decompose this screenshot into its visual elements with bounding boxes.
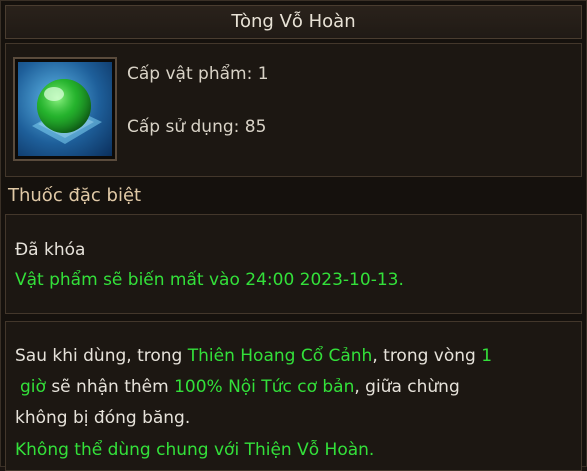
green-orb-icon-graphic bbox=[32, 79, 102, 144]
item-icon-frame bbox=[13, 57, 117, 161]
item-level: Cấp vật phẩm: 1 bbox=[127, 64, 269, 84]
desc-line-1: Sau khi dùng, trong Thiên Hoang Cổ Cảnh,… bbox=[15, 346, 492, 366]
status-panel: Đã khóa Vật phẩm sẽ biến mất vào 24:00 2… bbox=[5, 214, 582, 314]
item-title: Tòng Vỗ Hoàn bbox=[5, 5, 582, 39]
desc-line-3: không bị đóng băng. bbox=[15, 408, 191, 428]
locked-status: Đã khóa bbox=[15, 240, 86, 260]
desc-highlight-duration: 1 bbox=[481, 346, 493, 366]
item-category: Thuốc đặc biệt bbox=[8, 185, 142, 206]
desc-line-2: giờ sẽ nhận thêm 100% Nội Tức cơ bản, gi… bbox=[20, 377, 460, 397]
desc-text: Sau khi dùng, trong bbox=[15, 346, 188, 366]
item-info-panel: Cấp vật phẩm: 1 Cấp sử dụng: 85 bbox=[5, 43, 582, 177]
green-orb-icon bbox=[18, 62, 112, 156]
expire-notice: Vật phẩm sẽ biến mất vào 24:00 2023-10-1… bbox=[15, 270, 404, 290]
desc-text: sẽ nhận thêm bbox=[45, 377, 175, 397]
desc-text: , trong vòng bbox=[372, 346, 482, 366]
desc-highlight-location: Thiên Hoang Cổ Cảnh bbox=[187, 346, 373, 366]
use-level: Cấp sử dụng: 85 bbox=[127, 117, 267, 137]
description-panel: Sau khi dùng, trong Thiên Hoang Cổ Cảnh,… bbox=[5, 321, 582, 471]
desc-text: , giữa chừng bbox=[354, 377, 460, 397]
desc-line-4: Không thể dùng chung với Thiện Vỗ Hoàn. bbox=[15, 440, 375, 460]
item-tooltip: Tòng Vỗ Hoàn Cấp vật phẩm: 1 Cấp sử dụng… bbox=[0, 0, 587, 471]
desc-highlight-bonus: 100% Nội Tức cơ bản bbox=[174, 377, 355, 397]
desc-highlight-unit: giờ bbox=[20, 377, 46, 397]
